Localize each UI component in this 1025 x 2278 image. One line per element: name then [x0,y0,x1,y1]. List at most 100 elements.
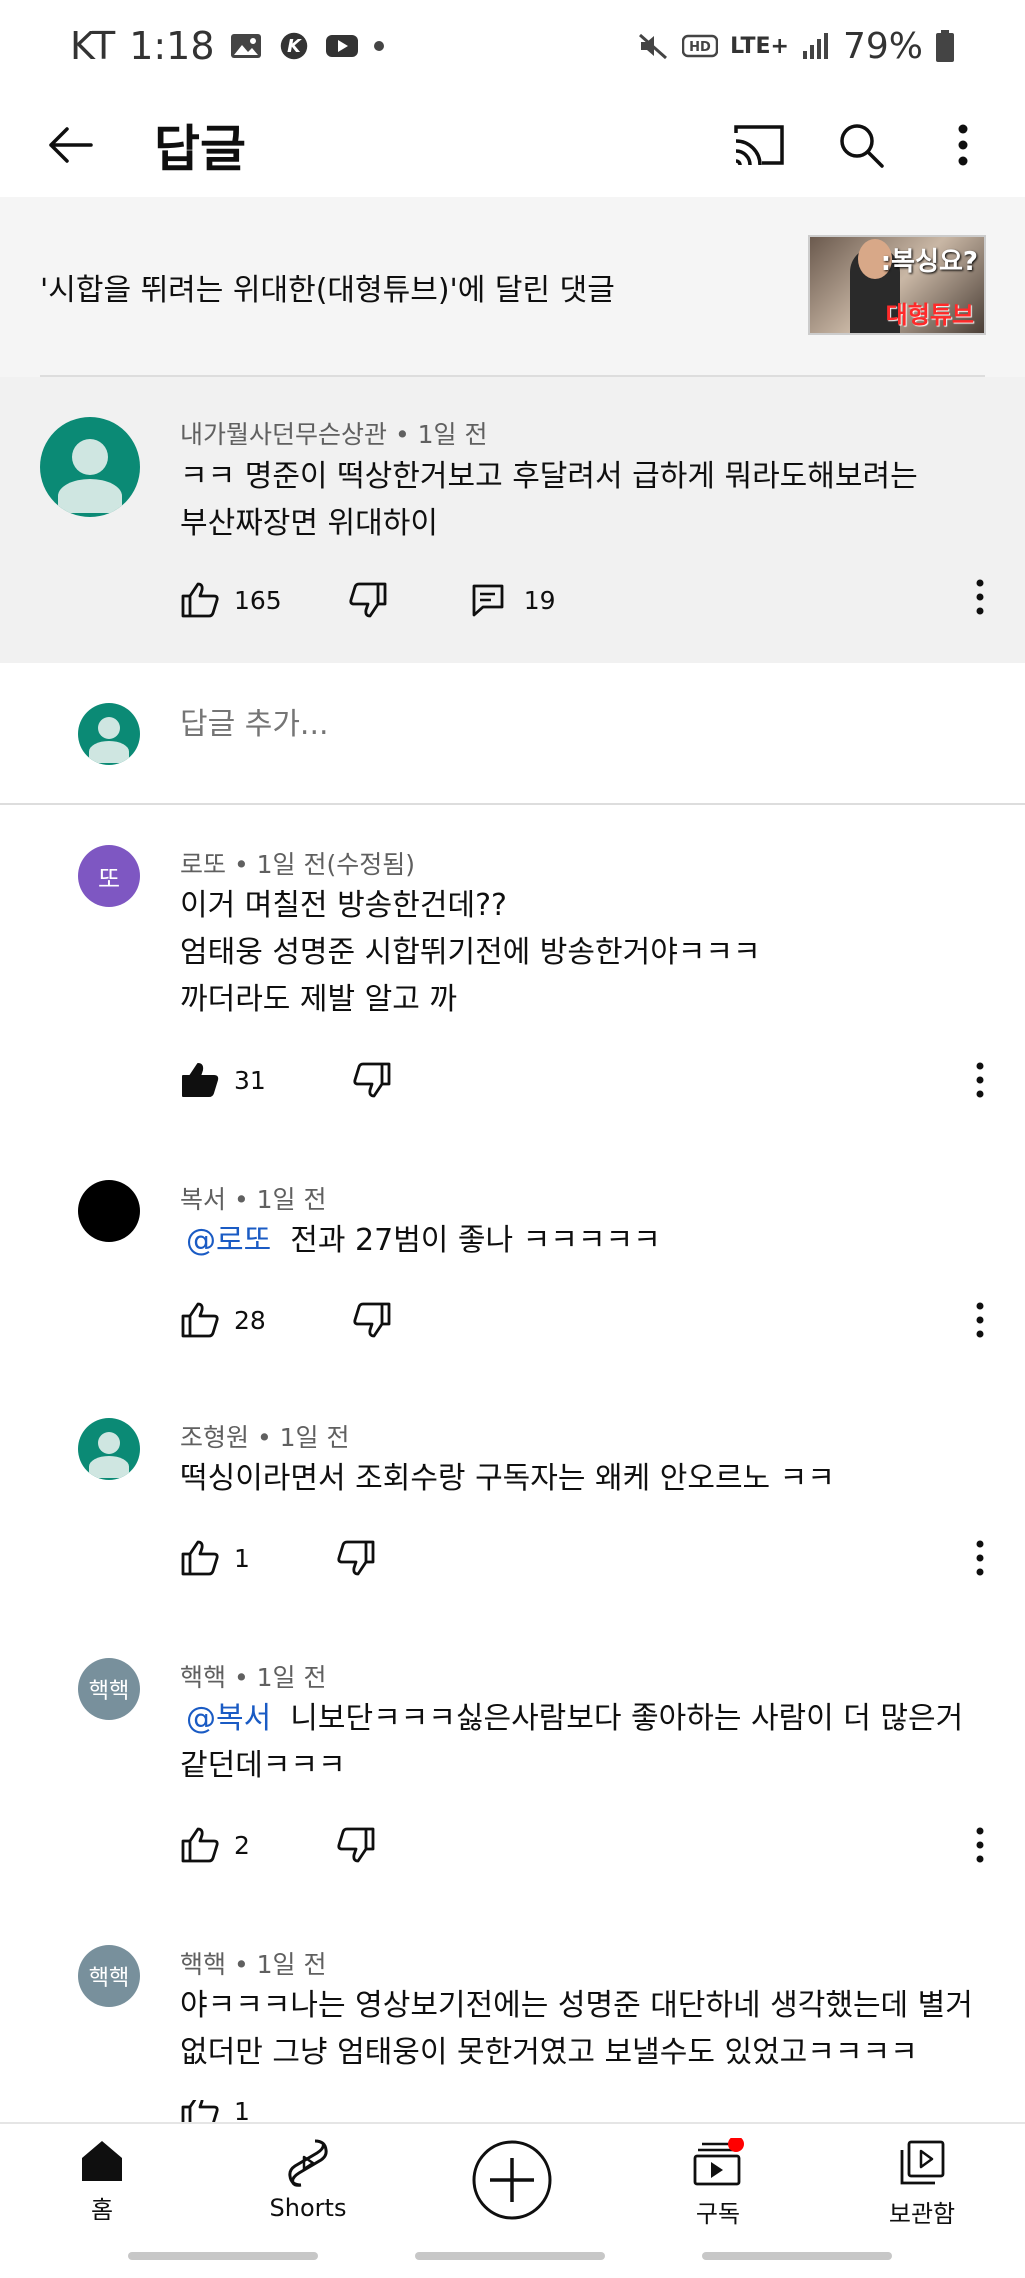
arrow-left-icon [49,126,93,163]
comment-meta: 핵핵 • 1일 전 [180,1663,327,1692]
network-label: LTE+ [730,33,789,59]
parent-comment: 내가뭘사던무슨상관 • 1일 전 ㅋㅋ 명준이 떡상한거보고 후달려서 급하게 … [0,377,1025,663]
comment-time: 1일 전(수정됨) [256,850,416,879]
comment-line: 없더만 그냥 엄태웅이 못한거였고 보낼수도 있었고ㅋㅋㅋㅋ [180,2035,918,2070]
comment-author[interactable]: 내가뭘사던무슨상관 [180,420,387,449]
cast-button[interactable] [719,105,799,185]
comment-time: 1일 전 [256,1185,327,1214]
like-button[interactable] [180,2100,220,2122]
video-reference-text: '시합을 뛰려는 위대한(대형튜브)'에 달린 댓글 [40,273,615,308]
comment-line: @로또 전과 27범이 좋나 ㅋㅋㅋㅋㅋ [180,1217,661,1264]
reply-button[interactable] [468,580,508,620]
like-count: 28 [234,1305,266,1335]
like-button[interactable] [180,1300,220,1340]
create-button[interactable] [442,2138,582,2248]
comment-line: ㅋㅋ 명준이 떡상한거보고 후달려서 급하게 뭐라도해보려는 [180,459,918,494]
comment-meta: 복서 • 1일 전 [180,1185,327,1214]
search-button[interactable] [821,105,901,185]
user-avatar [78,703,140,765]
dislike-button[interactable] [336,1538,376,1578]
comment-line-text: 니보단ㅋㅋㅋ싫은사람보다 좋아하는 사람이 더 많은거 [290,1701,964,1736]
battery-icon [936,30,954,62]
dislike-button[interactable] [352,1060,392,1100]
comment-text: 떡싱이라면서 조회수랑 구독자는 왜케 안오르노 ㅋㅋ [180,1455,835,1502]
comment-author[interactable]: 조형원 [180,1423,249,1452]
avatar[interactable]: 핵핵 [78,1658,140,1720]
k-app-icon: K [280,32,307,60]
comment-more-button[interactable] [960,1050,1000,1110]
like-button[interactable] [180,1538,220,1578]
thumbnail-caption-bottom: 대형튜브 [885,301,974,329]
comment-actions: 1 [180,1533,376,1583]
comment-author[interactable]: 복서 [180,1185,226,1214]
avatar[interactable] [78,1418,140,1480]
avatar[interactable] [78,1180,140,1242]
back-button[interactable] [36,110,106,180]
comment-more-button[interactable] [960,567,1000,627]
comment-meta: 조형원 • 1일 전 [180,1423,350,1452]
comment-more-button[interactable] [960,1290,1000,1350]
like-count: 1 [234,2100,250,2122]
like-button[interactable] [180,1060,220,1100]
more-vert-icon [958,124,968,165]
comment-line: 까더라도 제발 알고 까 [180,982,458,1017]
nav-home[interactable]: 홈 [32,2138,172,2248]
dislike-button[interactable] [336,1825,376,1865]
thumb-down-outline-icon [353,1302,391,1338]
mention-link[interactable]: @로또 [186,1223,271,1258]
dislike-button[interactable] [352,1300,392,1340]
subscriptions-icon [693,2138,744,2186]
comment-more-button[interactable] [960,1815,1000,1875]
mention-link[interactable]: @복서 [186,1701,271,1736]
nav-library[interactable]: 보관함 [852,2138,992,2248]
video-thumbnail[interactable]: :복싱요? 대형튜브 [808,235,986,335]
like-button[interactable] [180,580,220,620]
more-vert-icon [976,1302,984,1338]
comment-time: 1일 전 [256,1663,327,1692]
comment-text: @로또 전과 27범이 좋나 ㅋㅋㅋㅋㅋ [180,1217,661,1264]
more-vert-icon [976,1827,984,1863]
avatar[interactable]: 또 [78,845,140,907]
signal-icon [802,33,828,59]
hd-icon: HD [682,34,719,58]
thumbnail-caption-top: :복싱요? [880,247,978,277]
status-right: HD LTE+ 79% [636,26,955,67]
reply-count: 19 [523,585,556,615]
app-actions [697,105,1003,185]
thumb-down-outline-icon [353,1062,391,1098]
carrier-label: KT [70,24,116,68]
like-count: 2 [234,1830,250,1860]
comment-author[interactable]: 핵핵 [180,1663,226,1692]
nav-library-label: 보관함 [888,2200,956,2228]
thumb-up-outline-icon [181,1302,219,1338]
avatar[interactable]: 핵핵 [78,1945,140,2007]
thumb-up-filled-icon [182,1063,219,1097]
avatar[interactable] [40,417,140,517]
more-vert-icon [976,1062,984,1098]
more-button[interactable] [923,105,1003,185]
gesture-handle [702,2252,892,2260]
comment-line: 이거 며칠전 방송한건데?? [180,888,507,923]
comment-more-button[interactable] [960,1528,1000,1588]
add-reply-row [0,663,1025,805]
nav-subscriptions[interactable]: 구독 [648,2138,788,2248]
comment-author[interactable]: 핵핵 [180,1950,226,1979]
status-left: KT 1:18 K [70,24,385,68]
nav-shorts[interactable]: Shorts [238,2138,378,2248]
thumb-up-outline-icon [181,582,219,618]
comment-text: 야ㅋㅋㅋ나는 영상보기전에는 성명준 대단하네 생각했는데 별거 없더만 그냥 … [180,1982,973,2076]
svg-text:HD: HD [689,40,711,55]
comment-line: 부산짜장면 위대하이 [180,506,438,541]
video-reference[interactable]: '시합을 뛰려는 위대한(대형튜브)'에 달린 댓글 :복싱요? 대형튜브 [0,197,1025,377]
comment-actions: 31 [180,1055,392,1105]
dislike-button[interactable] [348,580,388,620]
add-reply-input[interactable] [180,707,880,742]
battery-percent: 79% [842,25,923,67]
thumb-up-outline-icon [181,2100,219,2122]
comment-actions: 28 [180,1295,392,1345]
like-button[interactable] [180,1825,220,1865]
like-count: 31 [234,1065,266,1095]
thumb-down-outline-icon [337,1827,375,1863]
comment-line: @복서 니보단ㅋㅋㅋ싫은사람보다 좋아하는 사람이 더 많은거 [180,1695,963,1742]
comment-author[interactable]: 로또 [180,850,226,879]
